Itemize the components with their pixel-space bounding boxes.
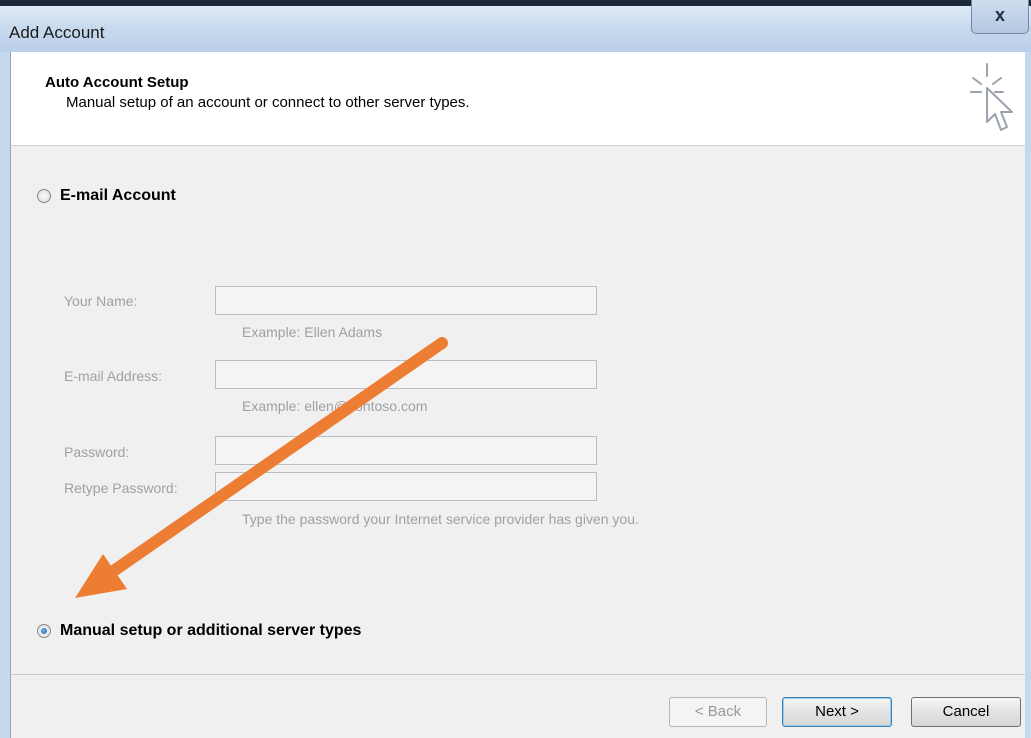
retype-password-label: Retype Password: bbox=[64, 480, 178, 496]
your-name-label: Your Name: bbox=[64, 293, 138, 309]
your-name-input[interactable] bbox=[215, 286, 597, 315]
cursor-sparkle-icon bbox=[970, 63, 1013, 131]
window-frame-right bbox=[1025, 52, 1031, 738]
wizard-content: E-mail Account Your Name: Example: Ellen… bbox=[10, 146, 1025, 674]
title-bar: Add Account bbox=[0, 0, 1031, 52]
manual-setup-radio[interactable] bbox=[37, 624, 51, 638]
password-label: Password: bbox=[64, 444, 130, 460]
password-input[interactable] bbox=[215, 436, 597, 465]
cancel-button[interactable]: Cancel bbox=[911, 697, 1021, 727]
header-subtitle: Manual setup of an account or connect to… bbox=[66, 94, 470, 111]
email-account-label: E-mail Account bbox=[60, 187, 176, 204]
manual-setup-label: Manual setup or additional server types bbox=[60, 622, 362, 639]
your-name-hint: Example: Ellen Adams bbox=[242, 324, 383, 340]
email-address-input[interactable] bbox=[215, 360, 597, 389]
manual-setup-option[interactable]: Manual setup or additional server types bbox=[37, 622, 361, 640]
window-title: Add Account bbox=[9, 23, 105, 42]
retype-password-input[interactable] bbox=[215, 472, 597, 501]
email-address-label: E-mail Address: bbox=[64, 368, 163, 384]
email-account-radio[interactable] bbox=[37, 189, 51, 203]
next-button[interactable]: Next > bbox=[782, 697, 892, 727]
back-button[interactable]: < Back bbox=[669, 697, 767, 727]
email-address-hint: Example: ellen@contoso.com bbox=[242, 398, 428, 414]
retype-password-hint: Type the password your Internet service … bbox=[242, 511, 639, 527]
close-button[interactable]: x bbox=[971, 0, 1029, 34]
wizard-footer: < Back Next > Cancel bbox=[10, 674, 1025, 738]
header-title: Auto Account Setup bbox=[45, 74, 189, 91]
window-frame-left bbox=[0, 52, 10, 738]
wizard-header: Auto Account Setup Manual setup of an ac… bbox=[10, 52, 1025, 146]
email-account-option[interactable]: E-mail Account bbox=[37, 187, 176, 205]
